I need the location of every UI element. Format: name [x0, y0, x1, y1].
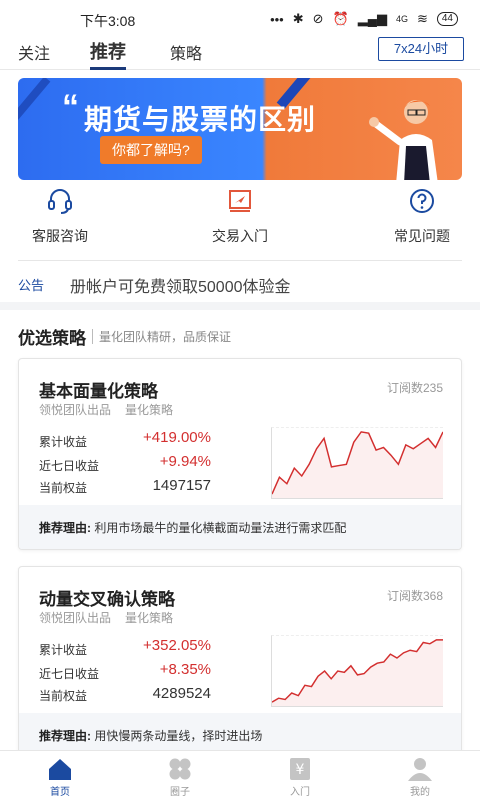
announcement-text: 册帐户可免费领取50000体验金: [70, 279, 291, 296]
nav-beginner[interactable]: ¥ 入门: [240, 757, 360, 798]
status-time: 下午3:08: [80, 13, 136, 29]
reason-label: 推荐理由:: [39, 521, 91, 535]
network-type: 4G: [395, 14, 408, 24]
metric-value: 1497157: [152, 477, 211, 494]
metric-value: +9.94%: [159, 453, 211, 470]
metric-label: 当前权益: [39, 481, 88, 495]
strategy-name: 动量交叉确认策略: [39, 590, 175, 609]
main-content: “ 期货与股票的区别 你都了解吗? 客服咨询 交易入门 常见问题 公告 册帐户可…: [0, 70, 480, 750]
nav-label: 我的: [410, 787, 430, 798]
quick-link-faq[interactable]: 常见问题: [362, 186, 480, 246]
trend-chart: [271, 635, 443, 707]
clover-icon: [169, 758, 191, 780]
live-24h-button[interactable]: 7x24小时: [378, 37, 464, 61]
battery-icon: 44: [436, 12, 458, 26]
nav-label: 首页: [50, 787, 70, 798]
promo-banner[interactable]: “ 期货与股票的区别 你都了解吗?: [18, 78, 462, 180]
strategy-source: 领悦团队出品: [39, 403, 112, 417]
banner-subtitle: 你都了解吗?: [100, 136, 202, 164]
signal-icon: ▂▄▆: [357, 11, 387, 26]
nav-circle[interactable]: 圈子: [120, 757, 240, 798]
top-tab-bar: 关注 推荐 策略 7x24小时: [0, 36, 480, 70]
metric-label: 累计收益: [39, 435, 88, 449]
question-icon: [410, 189, 434, 213]
quick-links: 客服咨询 交易入门 常见问题: [0, 186, 480, 256]
strategy-meta: 领悦团队出品 量化策略: [39, 401, 173, 418]
announcement-bar[interactable]: 公告 册帐户可免费领取50000体验金: [18, 272, 462, 296]
quick-link-label: 常见问题: [394, 228, 450, 244]
recommend-reason: 推荐理由: 用快慢两条动量线，择时进出场: [19, 713, 461, 750]
metric-label: 当前权益: [39, 689, 88, 703]
quote-mark-icon: “: [62, 88, 79, 126]
subscriber-count: 订阅数368: [386, 589, 443, 603]
metric-value: +8.35%: [159, 661, 211, 678]
metric-value: 4289524: [152, 685, 211, 702]
strategy-card[interactable]: 基本面量化策略 订阅数235 领悦团队出品 量化策略 累计收益 +419.00% …: [18, 358, 462, 550]
metric-7day: 近七日收益 +9.94%: [39, 453, 239, 475]
reason-text: 利用市场最牛的量化横截面动量法进行需求匹配: [94, 521, 347, 535]
header-block: “ 期货与股票的区别 你都了解吗? 客服咨询 交易入门 常见问题 公告 册帐户可…: [0, 70, 480, 302]
presenter-illustration: [369, 100, 438, 180]
section-title: 优选策略: [18, 329, 86, 348]
mute-icon: ⊘: [312, 11, 324, 26]
metric-cumulative: 累计收益 +352.05%: [39, 637, 239, 659]
more-dots-icon: •••: [270, 11, 284, 27]
reason-label: 推荐理由:: [39, 729, 91, 743]
nav-mine[interactable]: 我的: [360, 757, 480, 798]
strategy-category: 量化策略: [125, 403, 174, 417]
nav-home[interactable]: 首页: [0, 757, 120, 798]
section-header: 优选策略 量化团队精研，品质保证: [18, 324, 231, 349]
subscriber-count: 订阅数235: [386, 381, 443, 395]
svg-text:¥: ¥: [296, 762, 305, 778]
metric-label: 累计收益: [39, 643, 88, 657]
app-screen: 下午3:08 ••• ✱ ⊘ ⏰ ▂▄▆ 4G ≋ 44 关注 推荐 策略 7x…: [0, 0, 480, 800]
home-icon: [49, 759, 71, 780]
tab-follow[interactable]: 关注: [18, 40, 50, 64]
metric-label: 近七日收益: [39, 459, 100, 473]
metric-label: 近七日收益: [39, 667, 100, 681]
bluetooth-icon: ✱: [292, 11, 304, 26]
strategy-source: 领悦团队出品: [39, 611, 112, 625]
metric-equity: 当前权益 4289524: [39, 683, 239, 705]
quick-link-label: 客服咨询: [32, 228, 88, 244]
quick-link-label: 交易入门: [212, 228, 268, 244]
trend-area: [272, 431, 443, 498]
metric-7day: 近七日收益 +8.35%: [39, 661, 239, 683]
reason-text: 用快慢两条动量线，择时进出场: [94, 729, 263, 743]
tab-recommend[interactable]: 推荐: [90, 38, 126, 70]
metric-value: +352.05%: [143, 637, 211, 654]
strategy-card[interactable]: 动量交叉确认策略 订阅数368 领悦团队出品 量化策略 累计收益 +352.05%…: [18, 566, 462, 750]
quick-link-support[interactable]: 客服咨询: [0, 186, 120, 246]
section-divider: [92, 329, 93, 344]
banner-title: 期货与股票的区别: [84, 104, 317, 135]
tab-strategy[interactable]: 策略: [170, 40, 202, 64]
status-icons: ••• ✱ ⊘ ⏰ ▂▄▆ 4G ≋ 44: [270, 11, 458, 27]
user-icon: [408, 758, 432, 781]
divider: [18, 260, 462, 261]
book-icon: [229, 190, 251, 212]
metric-equity: 当前权益 1497157: [39, 475, 239, 497]
quick-link-beginner[interactable]: 交易入门: [180, 186, 300, 246]
bottom-nav: 首页 圈子 ¥ 入门 我的: [0, 750, 480, 800]
metric-cumulative: 累计收益 +419.00%: [39, 429, 239, 451]
status-bar: 下午3:08 ••• ✱ ⊘ ⏰ ▂▄▆ 4G ≋ 44: [0, 0, 480, 36]
recommend-reason: 推荐理由: 利用市场最牛的量化横截面动量法进行需求匹配: [19, 505, 461, 549]
wifi-icon: ≋: [416, 11, 428, 26]
strategy-meta: 领悦团队出品 量化策略: [39, 609, 173, 626]
headset-icon: [48, 189, 72, 214]
alarm-icon: ⏰: [332, 11, 349, 26]
trend-chart: [271, 427, 443, 499]
metric-value: +419.00%: [143, 429, 211, 446]
strategy-category: 量化策略: [125, 611, 174, 625]
nav-label: 圈子: [170, 787, 190, 798]
yen-book-icon: ¥: [290, 758, 310, 780]
nav-label: 入门: [290, 787, 310, 798]
banner-decoration: [18, 78, 51, 128]
strategy-name: 基本面量化策略: [39, 382, 158, 401]
section-subtitle: 量化团队精研，品质保证: [99, 330, 232, 344]
featured-strategies: 优选策略 量化团队精研，品质保证 基本面量化策略 订阅数235 领悦团队出品 量化…: [0, 310, 480, 750]
announcement-tag: 公告: [18, 278, 45, 293]
